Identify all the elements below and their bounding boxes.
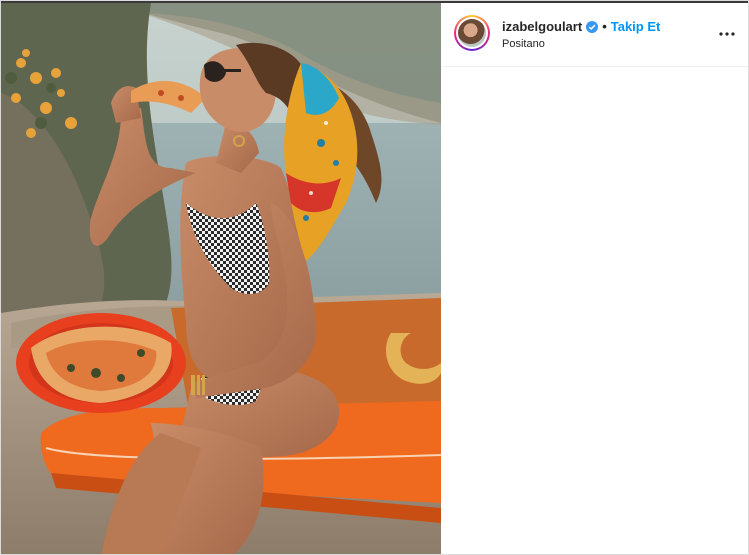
more-options-icon[interactable] — [718, 25, 736, 43]
avatar[interactable] — [454, 15, 490, 51]
avatar-image — [458, 19, 486, 47]
instagram-post: izabelgoulart • Takip Et Positano — [0, 0, 749, 555]
avatar-inner — [456, 17, 488, 49]
post-sidebar: izabelgoulart • Takip Et Positano — [442, 3, 748, 554]
separator-dot: • — [602, 19, 607, 34]
post-photo[interactable] — [1, 3, 441, 554]
user-line: izabelgoulart • Takip Et — [502, 19, 660, 35]
verified-badge-icon — [586, 21, 599, 33]
follow-button[interactable]: Takip Et — [611, 19, 661, 35]
location-link[interactable]: Positano — [502, 37, 545, 51]
post-header: izabelgoulart • Takip Et Positano — [442, 3, 748, 67]
username-link[interactable]: izabelgoulart — [502, 19, 582, 35]
